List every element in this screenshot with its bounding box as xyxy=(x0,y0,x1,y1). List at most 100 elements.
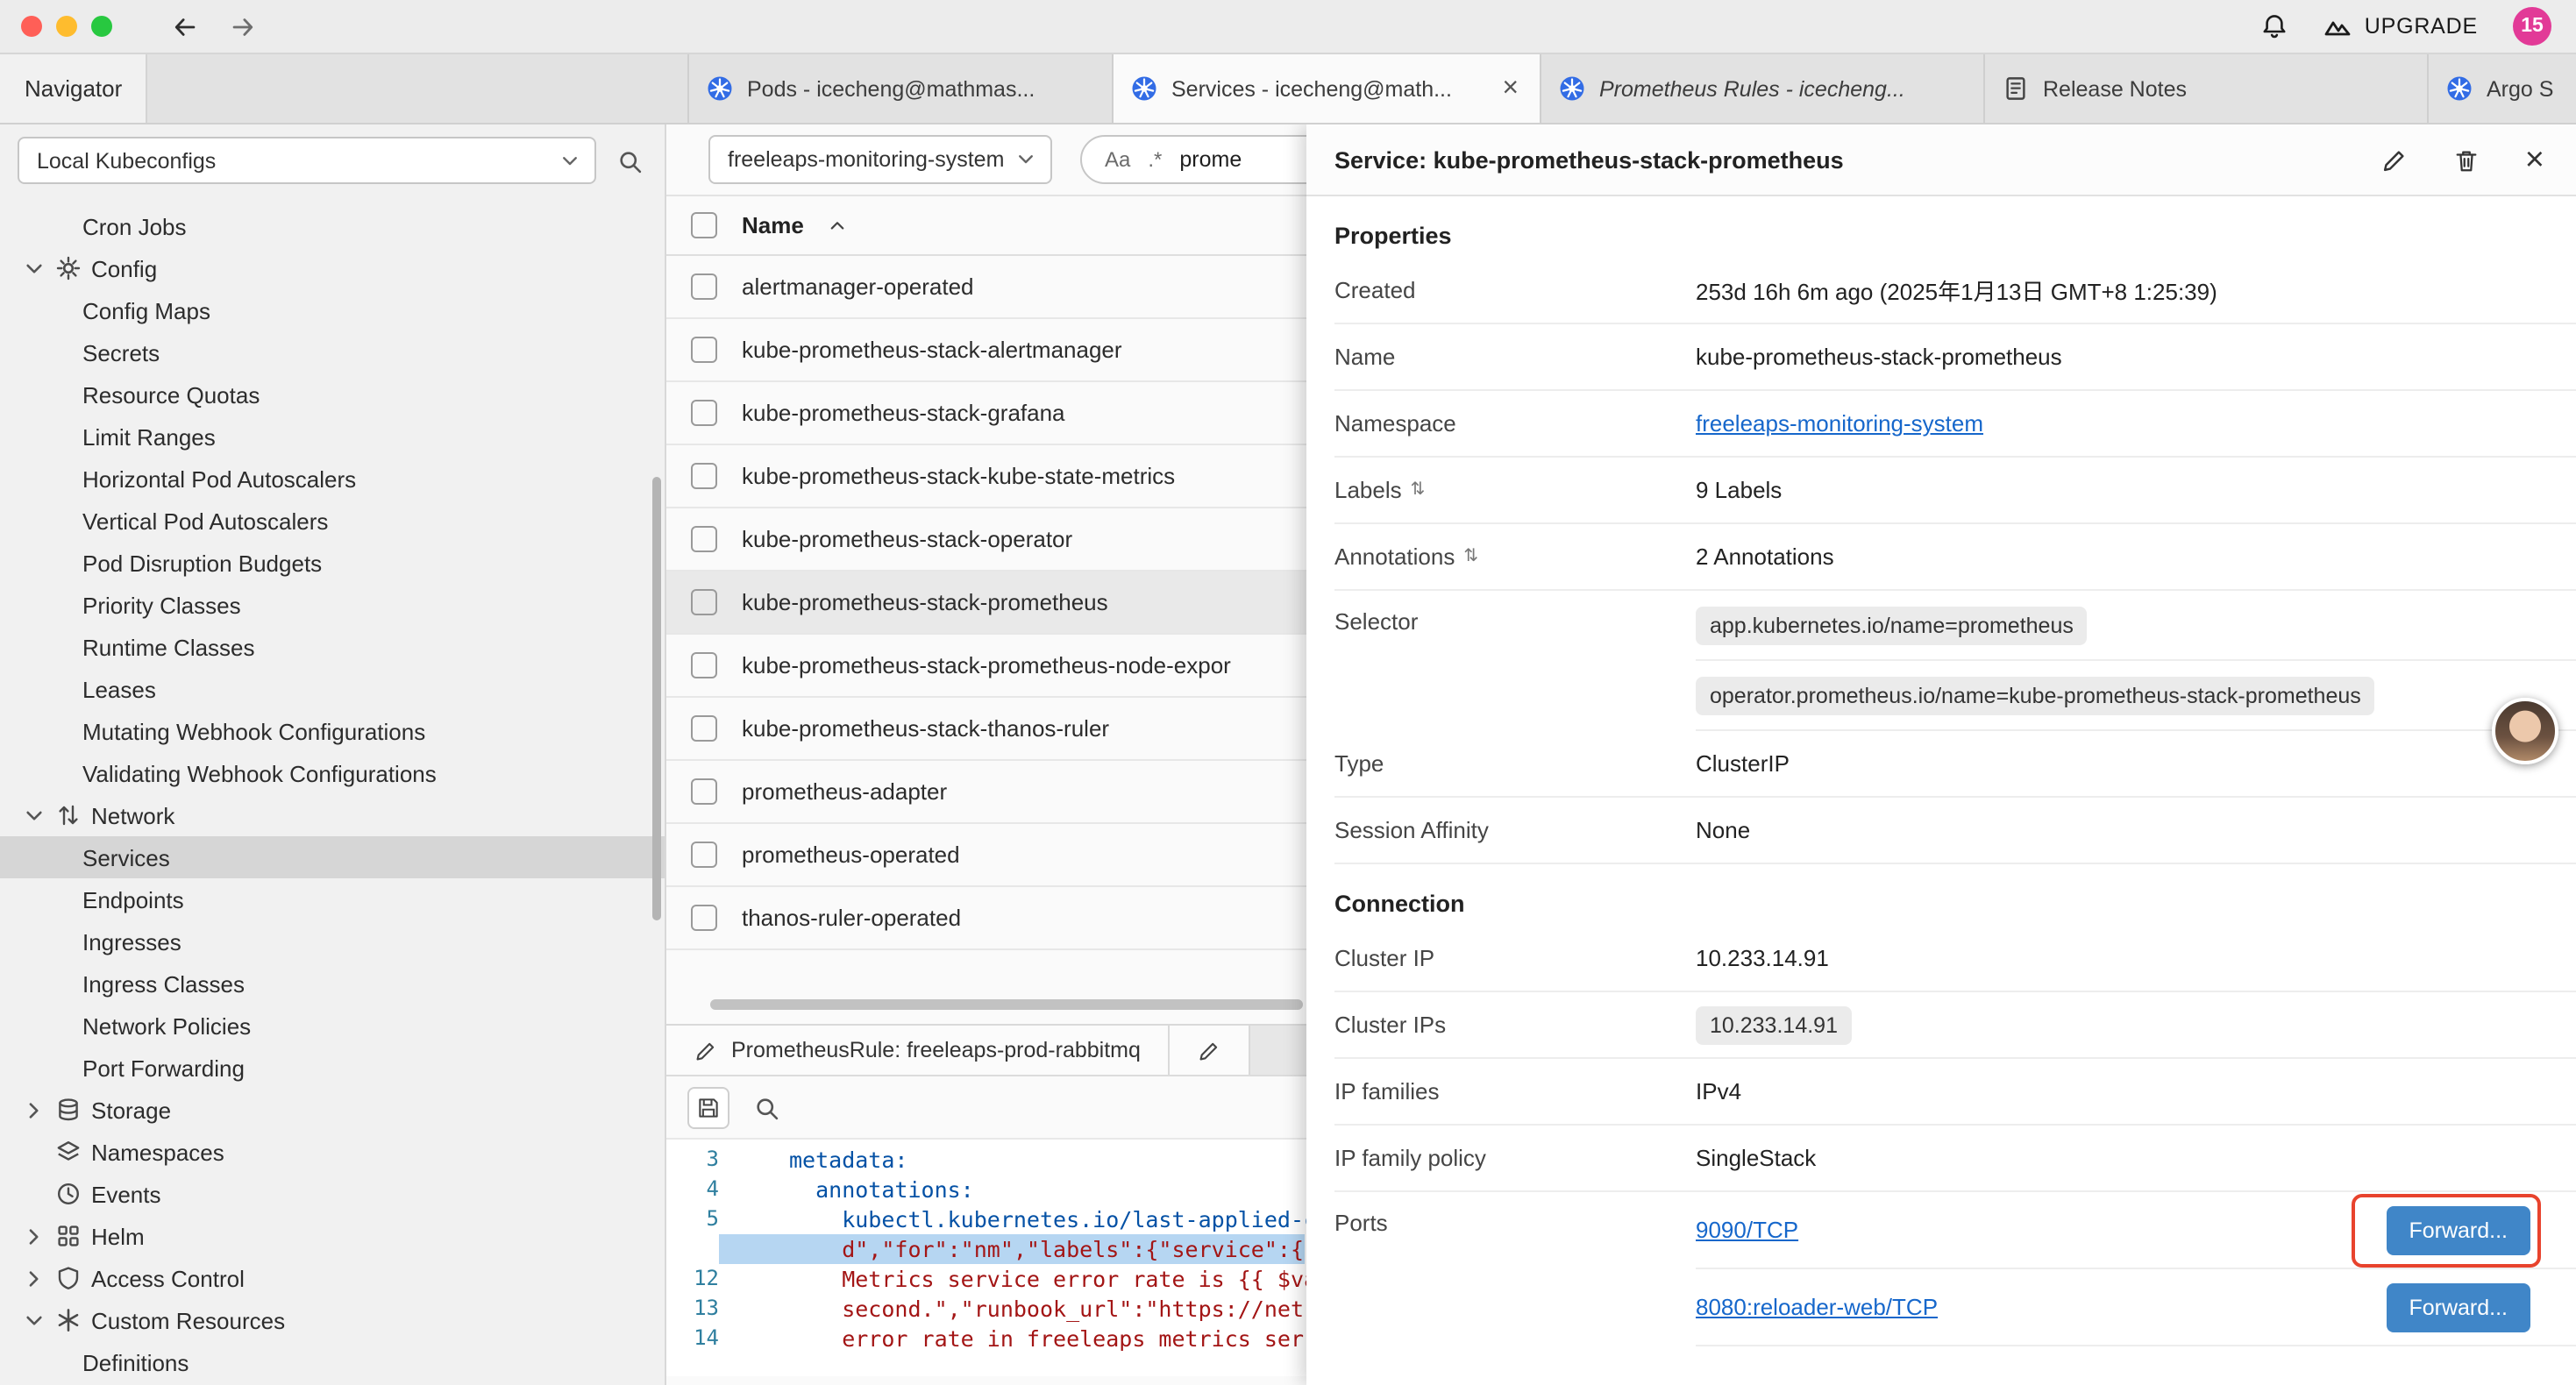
match-case-toggle[interactable]: Aa xyxy=(1105,147,1130,172)
sidebar-item-validating-webhook-configurations[interactable]: Validating Webhook Configurations xyxy=(0,752,665,794)
titlebar-right: UPGRADE 15 xyxy=(2261,7,2576,46)
editor-tab-prometheusrule[interactable]: PrometheusRule: freeleaps-prod-rabbitmq xyxy=(666,1026,1171,1075)
row-checkbox[interactable] xyxy=(691,463,717,489)
forward-button[interactable]: Forward... xyxy=(2386,1282,2530,1332)
navigator-panel-tab[interactable]: Navigator xyxy=(0,54,147,123)
sidebar-scrollbar[interactable] xyxy=(652,477,661,920)
sidebar-item-services[interactable]: Services xyxy=(0,836,665,878)
expand-updown-icon[interactable]: ⇅ xyxy=(1411,480,1426,500)
sidebar-item-runtime-classes[interactable]: Runtime Classes xyxy=(0,626,665,668)
sidebar-item-ingress-classes[interactable]: Ingress Classes xyxy=(0,962,665,1005)
tab-pods[interactable]: Pods - icecheng@mathmas... xyxy=(689,54,1114,123)
namespace-link[interactable]: freeleaps-monitoring-system xyxy=(1696,410,1983,437)
drawer-body: Properties Created 253d 16h 6m ago (2025… xyxy=(1306,223,2576,1346)
editor-search-icon[interactable] xyxy=(754,1093,780,1121)
close-window-button[interactable] xyxy=(21,16,42,37)
sidebar-group-helm[interactable]: Helm xyxy=(0,1215,665,1257)
sidebar-group-config[interactable]: Config xyxy=(0,247,665,289)
tab-bar: Navigator Pods - icecheng@mathmas... Ser… xyxy=(0,54,2576,124)
row-checkbox[interactable] xyxy=(691,589,717,615)
sidebar-item-resource-quotas[interactable]: Resource Quotas xyxy=(0,373,665,416)
detail-row-cluster-ip: Cluster IP 10.233.14.91 xyxy=(1334,926,2576,992)
row-checkbox[interactable] xyxy=(691,778,717,805)
sidebar-item-horizontal-pod-autoscalers[interactable]: Horizontal Pod Autoscalers xyxy=(0,458,665,500)
sidebar-group-custom-resources[interactable]: Custom Resources xyxy=(0,1299,665,1341)
save-icon[interactable] xyxy=(687,1086,729,1128)
sidebar-item-limit-ranges[interactable]: Limit Ranges xyxy=(0,416,665,458)
sidebar-item-pod-disruption-budgets[interactable]: Pod Disruption Budgets xyxy=(0,542,665,584)
sidebar-item-priority-classes[interactable]: Priority Classes xyxy=(0,584,665,626)
drawer-actions: × xyxy=(2381,143,2544,176)
window-controls xyxy=(0,16,112,37)
row-checkbox[interactable] xyxy=(691,273,717,300)
delete-trash-icon[interactable] xyxy=(2453,146,2480,173)
row-checkbox[interactable] xyxy=(691,526,717,552)
sidebar-item-config-maps[interactable]: Config Maps xyxy=(0,289,665,331)
sidebar-item-events[interactable]: Events xyxy=(0,1173,665,1215)
sidebar-item-network-policies[interactable]: Network Policies xyxy=(0,1005,665,1047)
row-checkbox[interactable] xyxy=(691,400,717,426)
forward-button[interactable]: Forward... xyxy=(2386,1205,2530,1254)
sidebar-group-access-control[interactable]: Access Control xyxy=(0,1257,665,1299)
row-checkbox[interactable] xyxy=(691,842,717,868)
grid-icon xyxy=(56,1224,81,1248)
sidebar-item-cron-jobs[interactable]: Cron Jobs xyxy=(0,205,665,247)
minimize-window-button[interactable] xyxy=(56,16,77,37)
editor-tab-partial[interactable] xyxy=(1171,1026,1251,1075)
port-link-8080-reloader-web[interactable]: 8080:reloader-web/TCP xyxy=(1696,1294,1938,1320)
sidebar-item-port-forwarding[interactable]: Port Forwarding xyxy=(0,1047,665,1089)
expand-updown-icon[interactable]: ⇅ xyxy=(1463,547,1478,566)
ip-families-value: IPv4 xyxy=(1696,1078,1741,1104)
row-checkbox[interactable] xyxy=(691,652,717,678)
sidebar-item-definitions[interactable]: Definitions xyxy=(0,1341,665,1383)
forward-arrow-icon[interactable] xyxy=(230,13,256,39)
sidebar-item-secrets[interactable]: Secrets xyxy=(0,331,665,373)
cluster-ip-value: 10.233.14.91 xyxy=(1696,945,1829,971)
tab-services[interactable]: Services - icecheng@math... × xyxy=(1114,54,1541,123)
tabbar-spacer xyxy=(147,54,689,123)
edit-pencil-icon[interactable] xyxy=(2381,146,2408,173)
session-affinity-value: None xyxy=(1696,817,1750,843)
detail-row-labels: Labels⇅ 9 Labels xyxy=(1334,458,2576,524)
sidebar-search-icon[interactable] xyxy=(617,146,644,174)
notifications-bell-icon[interactable] xyxy=(2261,11,2289,40)
sidebar-item-leases[interactable]: Leases xyxy=(0,668,665,710)
kubeconfig-selector[interactable]: Local Kubeconfigs xyxy=(18,137,596,184)
ip-family-policy-value: SingleStack xyxy=(1696,1145,1816,1171)
detail-row-name: Name kube-prometheus-stack-prometheus xyxy=(1334,324,2576,391)
sidebar-group-storage[interactable]: Storage xyxy=(0,1089,665,1131)
sidebar-item-endpoints[interactable]: Endpoints xyxy=(0,878,665,920)
tab-release-notes[interactable]: Release Notes xyxy=(1985,54,2429,123)
arrows-updown-icon xyxy=(56,803,81,827)
sidebar-item-namespaces[interactable]: Namespaces xyxy=(0,1131,665,1173)
user-avatar[interactable] xyxy=(2492,698,2558,764)
port-link-9090[interactable]: 9090/TCP xyxy=(1696,1217,1798,1243)
back-arrow-icon[interactable] xyxy=(172,13,198,39)
regex-toggle[interactable]: .* xyxy=(1148,147,1162,172)
sidebar-group-network[interactable]: Network xyxy=(0,794,665,836)
horizontal-scrollbar[interactable] xyxy=(710,999,1303,1010)
port-row: 9090/TCP Forward... xyxy=(1696,1192,2576,1269)
close-icon[interactable]: × xyxy=(2525,143,2544,176)
close-tab-icon[interactable]: × xyxy=(1498,73,1522,104)
sidebar-item-mutating-webhook-configurations[interactable]: Mutating Webhook Configurations xyxy=(0,710,665,752)
labels-count[interactable]: 9 Labels xyxy=(1696,477,1782,503)
detail-row-selector: Selector app.kubernetes.io/name=promethe… xyxy=(1334,591,2576,731)
annotations-count[interactable]: 2 Annotations xyxy=(1696,543,1834,570)
name-column-header[interactable]: Name xyxy=(742,212,804,238)
sidebar-item-vertical-pod-autoscalers[interactable]: Vertical Pod Autoscalers xyxy=(0,500,665,542)
sidebar-item-ingresses[interactable]: Ingresses xyxy=(0,920,665,962)
row-checkbox[interactable] xyxy=(691,905,717,931)
tab-prometheus-rules[interactable]: Prometheus Rules - icecheng... xyxy=(1541,54,1985,123)
select-all-checkbox[interactable] xyxy=(691,212,717,238)
upgrade-button[interactable]: UPGRADE xyxy=(2324,12,2478,40)
zoom-window-button[interactable] xyxy=(91,16,112,37)
sort-ascending-icon[interactable] xyxy=(829,216,848,235)
detail-row-session-affinity: Session Affinity None xyxy=(1334,798,2576,864)
notification-count-badge[interactable]: 15 xyxy=(2513,7,2551,46)
row-checkbox[interactable] xyxy=(691,715,717,742)
clock-icon xyxy=(56,1182,81,1206)
tab-argo[interactable]: Argo S xyxy=(2429,54,2576,123)
namespace-selector[interactable]: freeleaps-monitoring-system xyxy=(708,135,1052,184)
row-checkbox[interactable] xyxy=(691,337,717,363)
